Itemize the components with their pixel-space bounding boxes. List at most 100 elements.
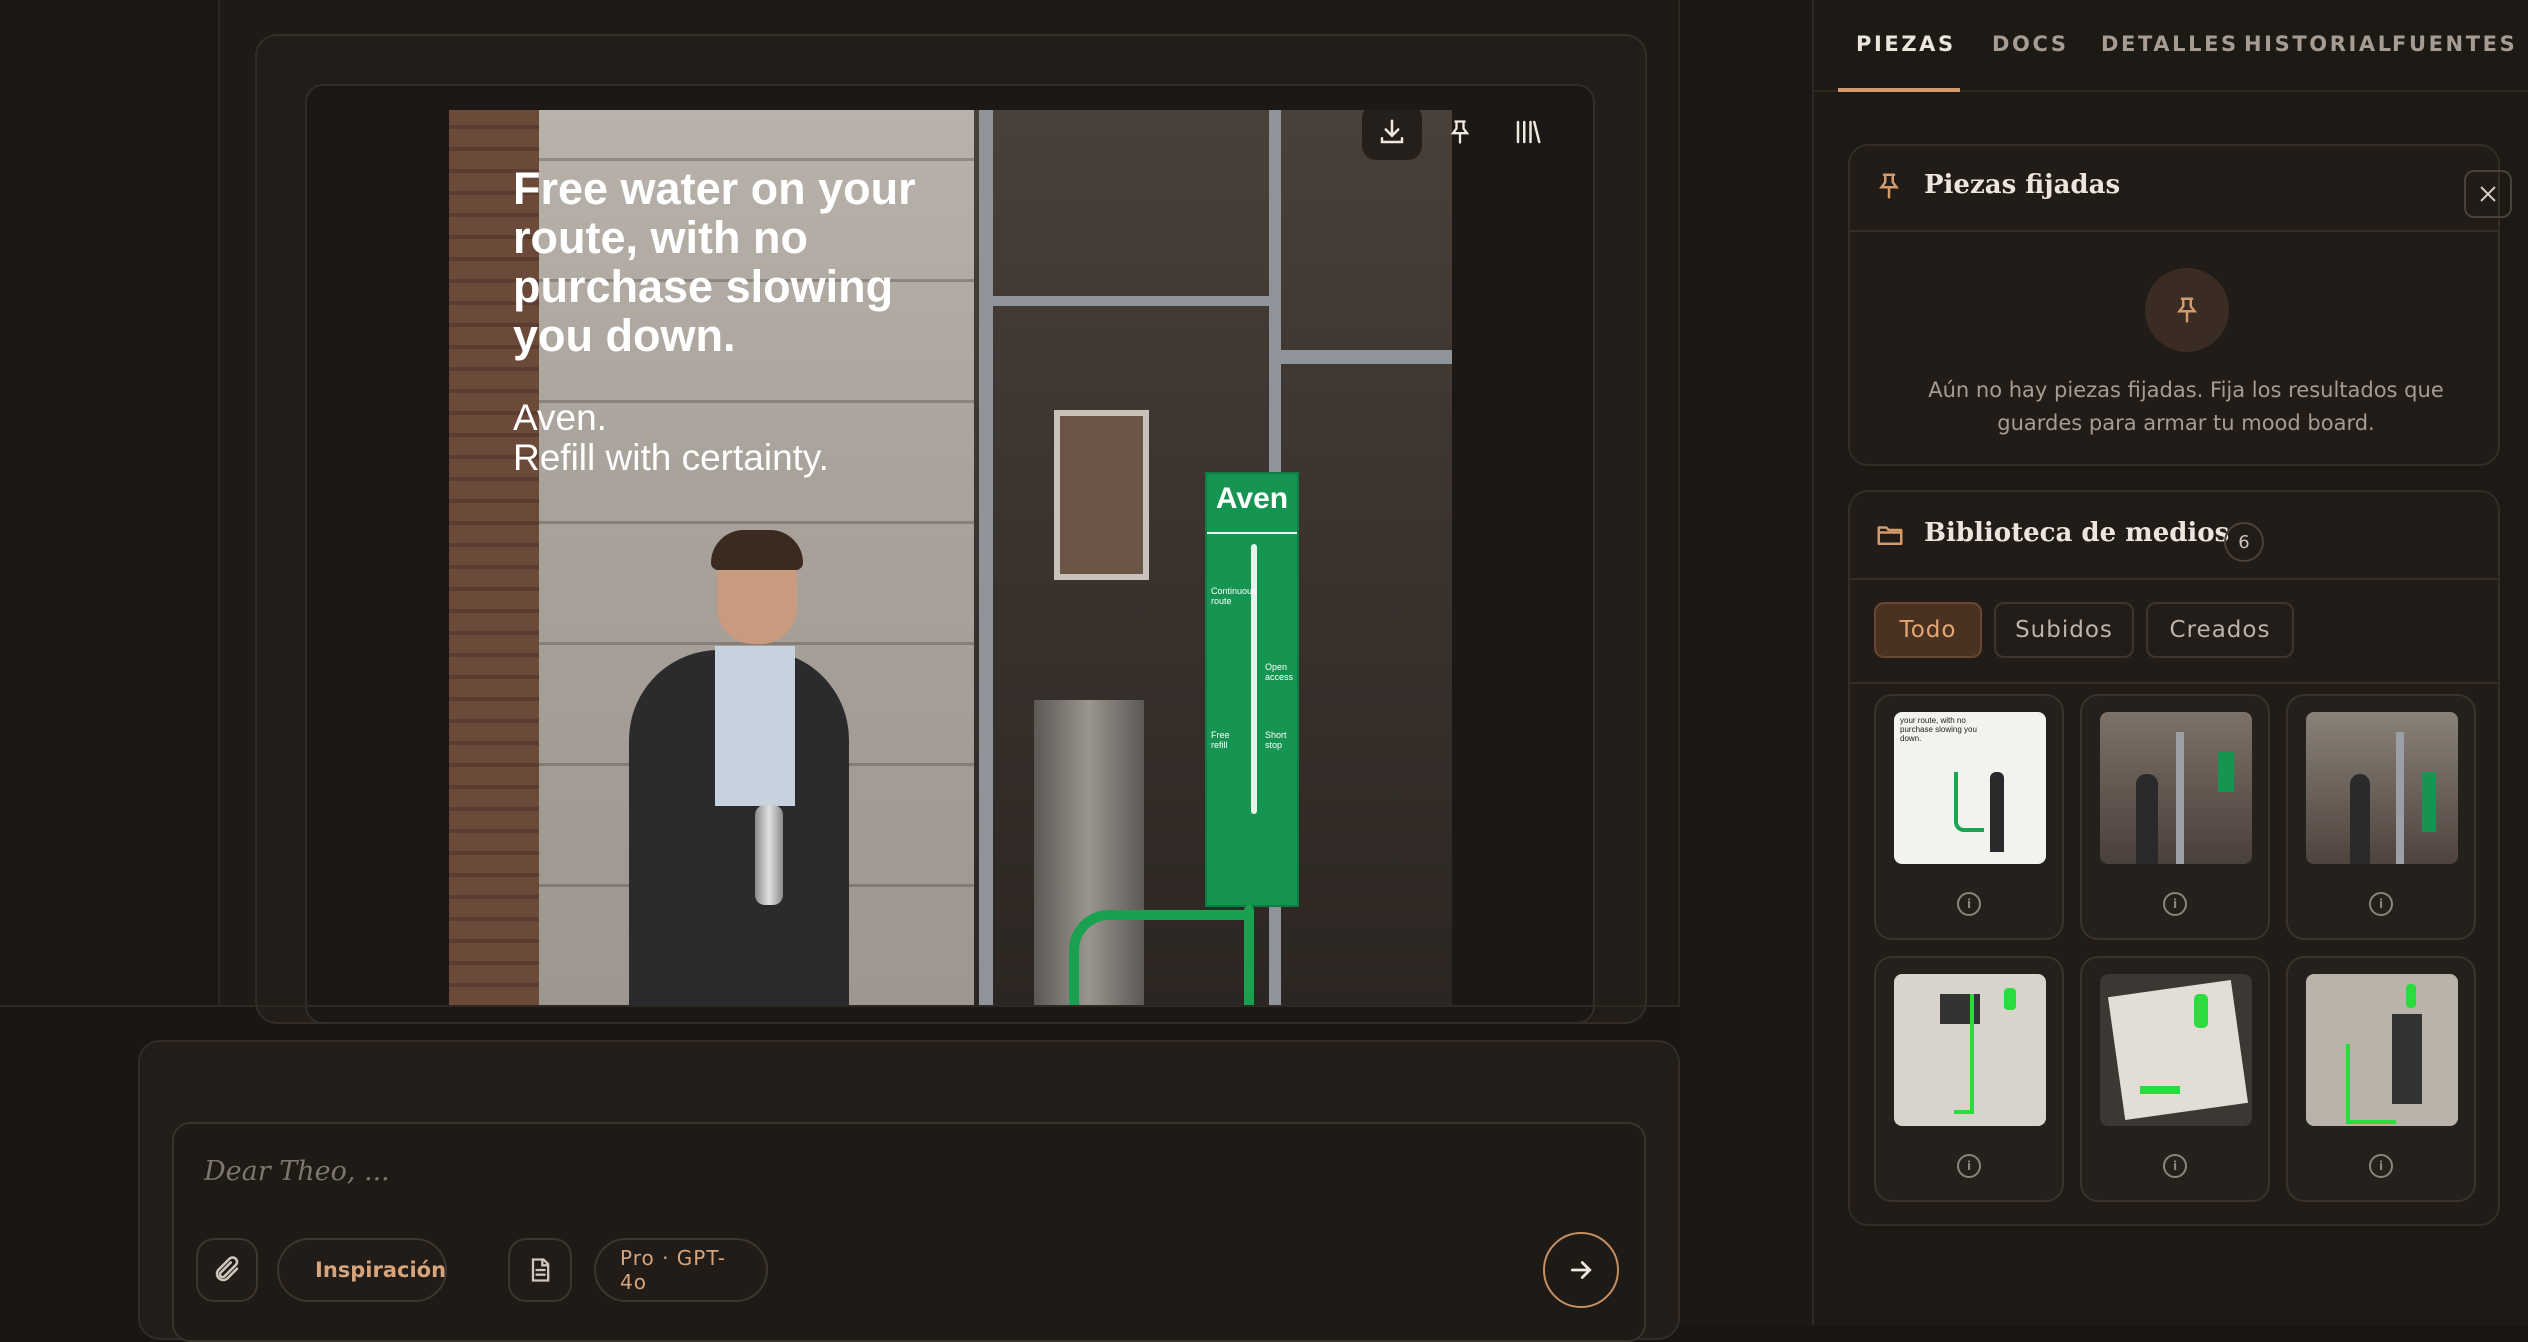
- inspiration-label: Inspiración: [315, 1258, 447, 1282]
- media-library-card: Biblioteca de medios 6 Todo Subidos Crea…: [1848, 490, 2500, 1226]
- panel-tabs: PIEZAS DOCS DETALLES HISTORIAL FUENTES: [1814, 0, 2528, 92]
- thumb-image: [2100, 974, 2252, 1126]
- document-icon: [531, 1258, 550, 1282]
- aven-sign: Aven Continuous route Open access Free r…: [1205, 472, 1299, 907]
- pinned-empty-text: Aún no hay piezas fijadas. Fija los resu…: [1928, 378, 2444, 435]
- library-icon: [1516, 120, 1541, 144]
- pin-icon: [2177, 297, 2197, 323]
- info-icon[interactable]: i: [2163, 892, 2187, 916]
- filter-creados[interactable]: Creados: [2146, 602, 2294, 658]
- app-root: Aven Continuous route Open access Free r…: [0, 0, 2528, 1342]
- download-button[interactable]: [1362, 104, 1422, 160]
- paperclip-icon: [215, 1256, 239, 1282]
- thumb-route: [1954, 772, 1984, 832]
- green-route-riser: [1244, 905, 1254, 1005]
- pin-button[interactable]: [1430, 104, 1490, 160]
- ad-headline: Free water on your route, with no purcha…: [513, 163, 916, 361]
- thumb-person: [1990, 772, 2004, 852]
- close-pinned-button[interactable]: [2464, 170, 2512, 218]
- media-thumb[interactable]: i: [2080, 956, 2270, 1202]
- thumb-mullion: [2396, 732, 2404, 864]
- pinned-title: Piezas fijadas: [1924, 170, 2121, 200]
- ad-tagline: Aven. Refill with certainty.: [513, 398, 973, 478]
- sign-divider: [1207, 532, 1297, 534]
- sign-route-line: [1251, 544, 1257, 814]
- tab-piezas[interactable]: PIEZAS: [1856, 32, 1956, 56]
- tab-detalles[interactable]: DETALLES: [2101, 32, 2239, 56]
- thumb-sign: [2218, 752, 2234, 792]
- thumb-paper: [2107, 979, 2249, 1121]
- message-placeholder: Dear Theo, ...: [204, 1156, 390, 1187]
- media-thumb[interactable]: i: [2080, 694, 2270, 940]
- window-transom: [979, 296, 1279, 306]
- thumb-person: [2136, 774, 2158, 864]
- message-input[interactable]: [172, 1122, 1646, 1342]
- horizontal-divider: [0, 1005, 1812, 1007]
- info-icon[interactable]: i: [2369, 1154, 2393, 1178]
- reflection-window: [1054, 410, 1149, 580]
- green-route-pipe: [1069, 910, 1254, 1005]
- filter-subidos[interactable]: Subidos: [1994, 602, 2134, 658]
- card-divider: [1850, 578, 2498, 580]
- thumb-route: [2346, 1044, 2396, 1124]
- thumb-image: [2306, 974, 2458, 1126]
- thumb-bottle: [2194, 994, 2208, 1028]
- info-icon[interactable]: i: [2369, 892, 2393, 916]
- info-icon[interactable]: i: [2163, 1154, 2187, 1178]
- media-thumb[interactable]: your route, with no purchase slowing you…: [1874, 694, 2064, 940]
- sign-label: Short stop: [1265, 730, 1287, 750]
- folder-icon: [1877, 526, 1903, 545]
- pin-icon: [1450, 120, 1470, 144]
- thumb-caption: your route, with no purchase slowing you…: [1900, 716, 1977, 743]
- image-toolbar: [1362, 104, 1558, 160]
- right-panel: PIEZAS DOCS DETALLES HISTORIAL FUENTES P…: [1812, 0, 2528, 1326]
- thumb-route: [2140, 1086, 2180, 1094]
- model-selector[interactable]: Pro · GPT-4o: [594, 1238, 768, 1302]
- attach-button[interactable]: [196, 1238, 258, 1302]
- send-button[interactable]: [1543, 1232, 1619, 1308]
- thumb-mullion: [2176, 732, 2184, 864]
- left-column: [0, 0, 220, 1006]
- thumb-person: [2350, 774, 2370, 864]
- arrow-right-icon: [1570, 1261, 1592, 1279]
- thumb-bottle: [2004, 988, 2016, 1010]
- gutter: [1680, 0, 1812, 1326]
- sign-label: Continuous route: [1211, 586, 1257, 606]
- sign-label: Open access: [1265, 662, 1294, 682]
- filter-todo[interactable]: Todo: [1874, 602, 1982, 658]
- sign-logo: Aven: [1215, 482, 1289, 515]
- pinned-pieces-card: Piezas fijadas Aún no hay piezas fijadas…: [1848, 144, 2512, 466]
- thumb-image: your route, with no purchase slowing you…: [1894, 712, 2046, 864]
- info-icon[interactable]: i: [1957, 1154, 1981, 1178]
- thumb-bottle: [2406, 984, 2416, 1008]
- ad-tagline-line2: Refill with certainty.: [513, 437, 829, 478]
- tab-docs[interactable]: DOCS: [1992, 32, 2069, 56]
- library-title: Biblioteca de medios: [1924, 518, 2230, 548]
- thumb-image: [2100, 712, 2252, 864]
- thumb-sketch-block: [2392, 1014, 2422, 1104]
- media-thumb[interactable]: i: [1874, 956, 2064, 1202]
- tab-fuentes[interactable]: FUENTES: [2392, 32, 2517, 56]
- ad-preview-image[interactable]: Aven Continuous route Open access Free r…: [449, 110, 1452, 1005]
- info-icon[interactable]: i: [1957, 892, 1981, 916]
- document-button[interactable]: [508, 1238, 572, 1302]
- thumb-image: [2306, 712, 2458, 864]
- media-thumb[interactable]: i: [2286, 956, 2476, 1202]
- sign-label: Free refill: [1211, 730, 1230, 750]
- media-thumb[interactable]: i: [2286, 694, 2476, 940]
- card-divider: [1850, 682, 2498, 684]
- thumb-sign: [2422, 772, 2436, 832]
- download-icon: [1380, 119, 1404, 144]
- door-frame: [1279, 350, 1452, 364]
- close-icon: [2480, 186, 2496, 202]
- tab-historial[interactable]: HISTORIAL: [2244, 32, 2394, 56]
- library-count-badge: 6: [2224, 522, 2264, 562]
- thumb-image: [1894, 974, 2046, 1126]
- library-button[interactable]: [1498, 104, 1558, 160]
- card-divider: [1850, 230, 2498, 232]
- thumb-route: [1954, 994, 1974, 1114]
- water-bottle: [755, 805, 783, 905]
- inspiration-button[interactable]: Inspiración: [277, 1238, 447, 1302]
- person-hair: [711, 530, 803, 570]
- pin-icon: [1879, 173, 1899, 199]
